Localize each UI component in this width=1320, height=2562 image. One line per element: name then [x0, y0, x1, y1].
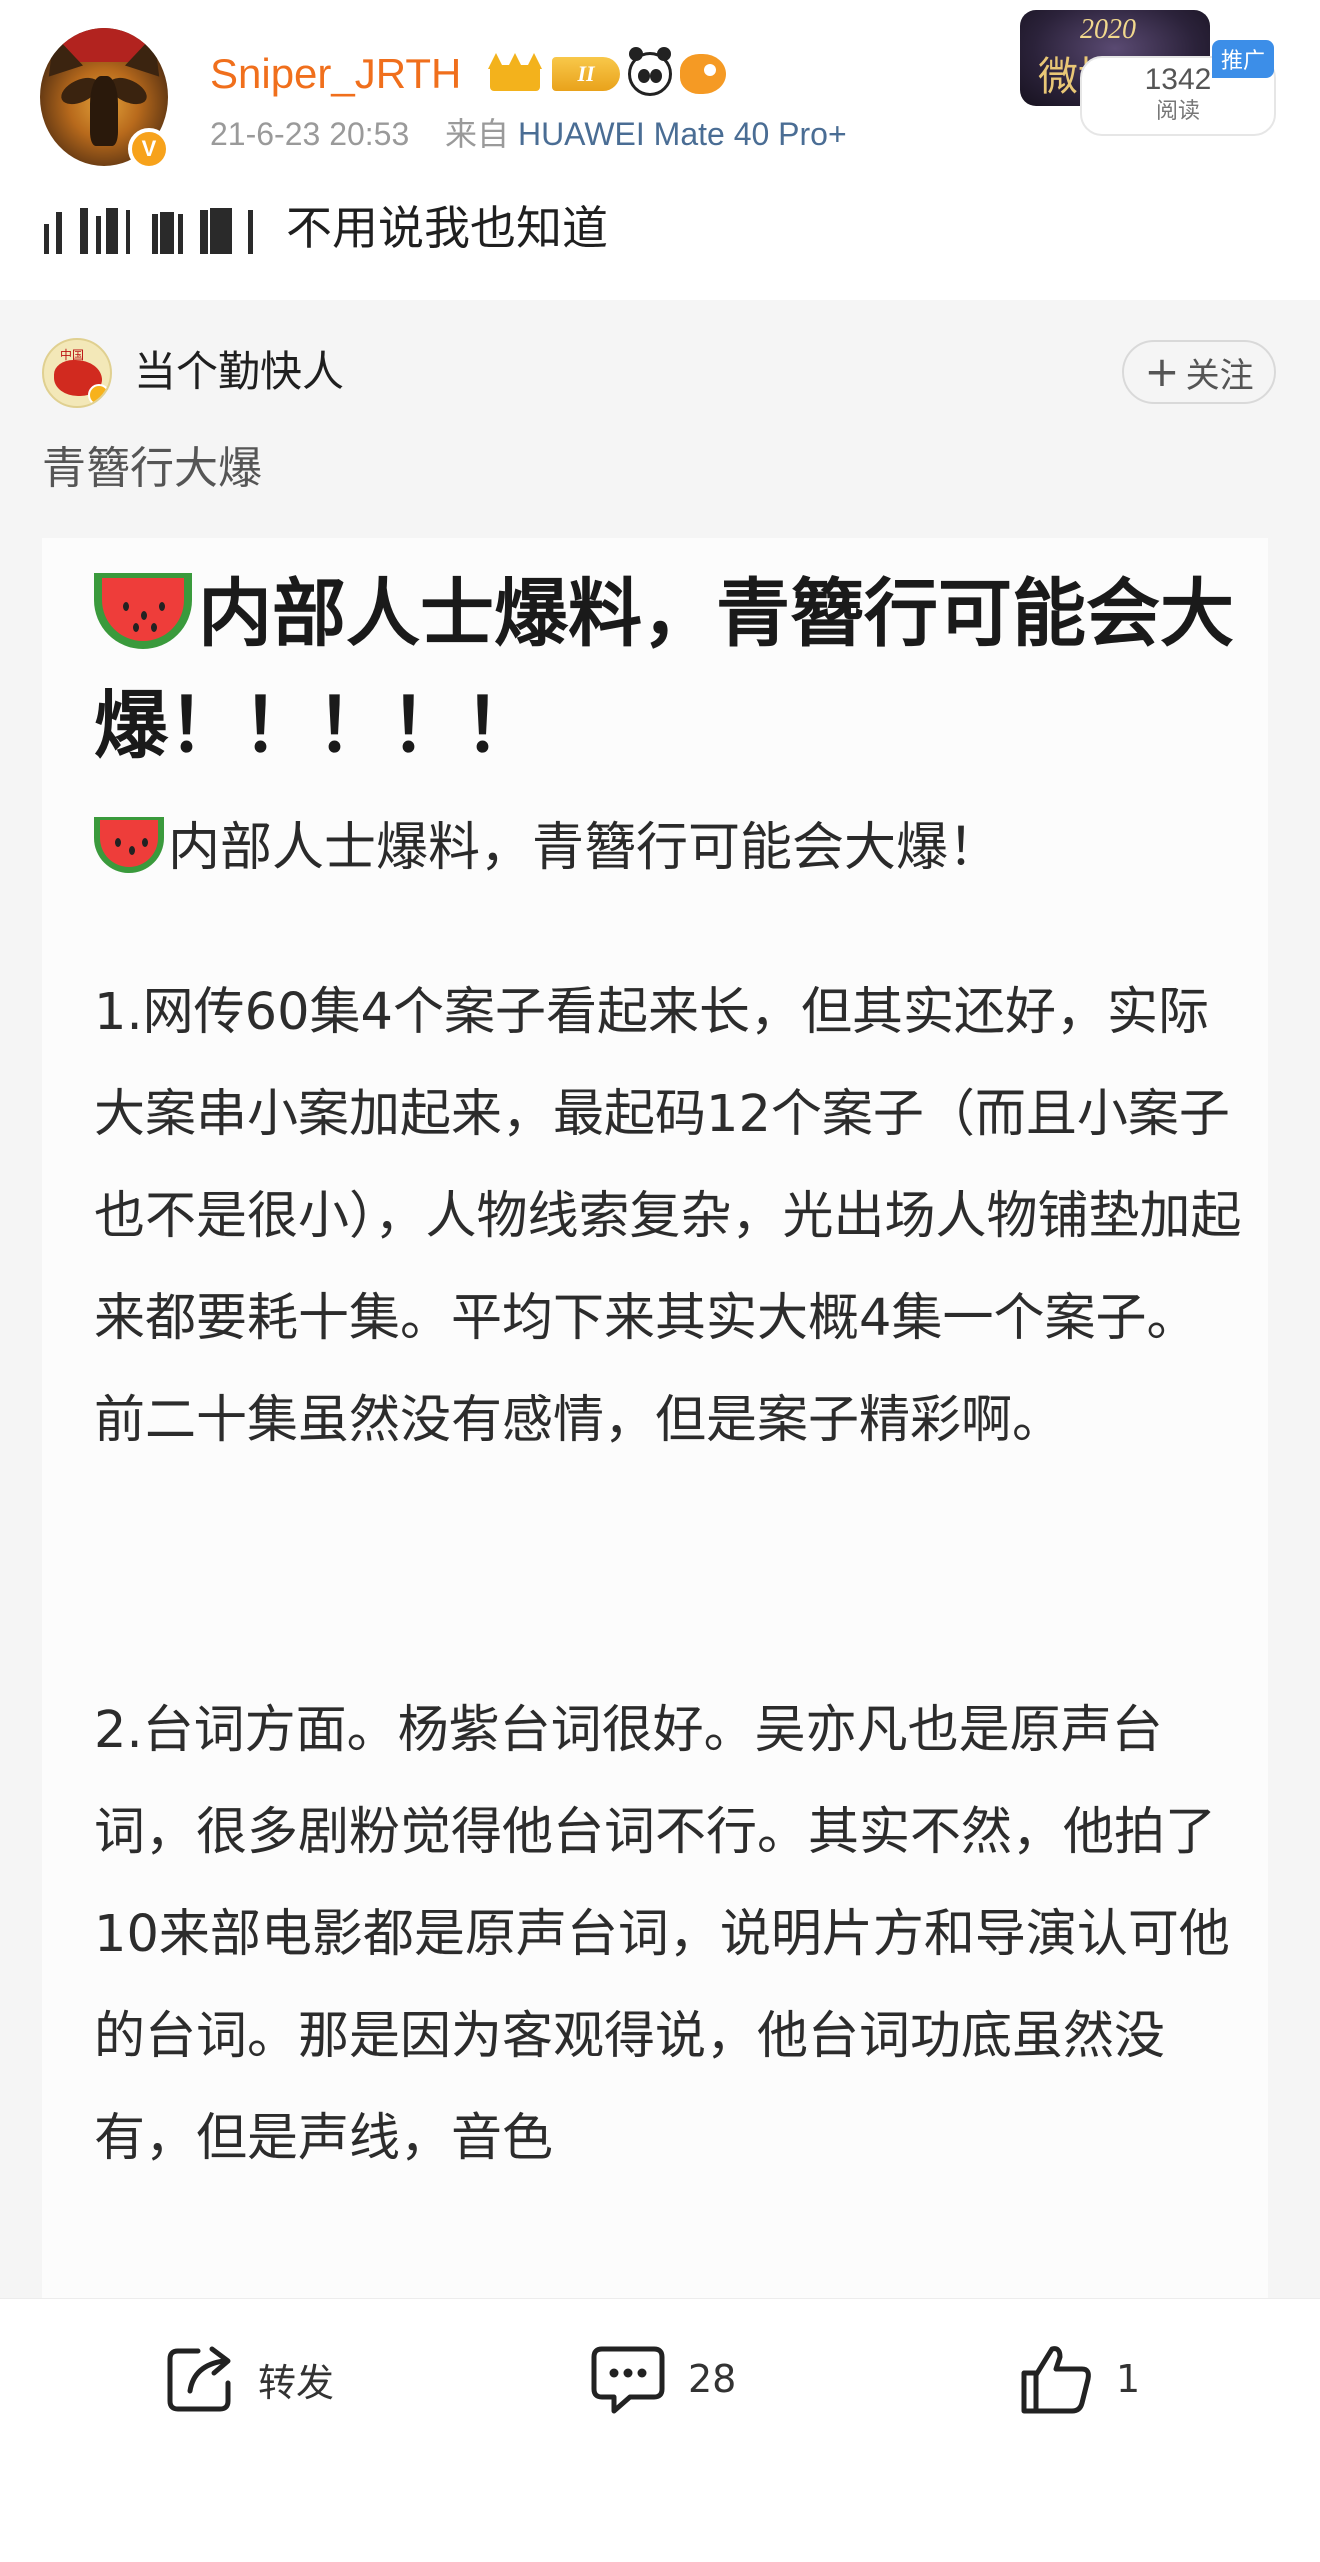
post-header: V Sniper_JRTH II 21-6-23 20:53 来自 HUAWEI…	[0, 0, 1320, 300]
repost-button[interactable]: 转发	[160, 2331, 334, 2427]
read-label: 阅读	[1155, 99, 1200, 124]
post-body: 不用说我也知道	[286, 201, 608, 255]
plus-icon: +	[1144, 347, 1180, 396]
comment-icon	[586, 2337, 670, 2421]
redacted-scribble	[40, 202, 256, 254]
comment-button[interactable]: 28	[586, 2331, 736, 2427]
fish-icon[interactable]	[680, 54, 726, 94]
watermelon-icon	[94, 573, 192, 649]
username[interactable]: Sniper_JRTH	[210, 48, 461, 100]
article-subtitle: 内部人士爆料，青簪行可能会大爆！	[94, 798, 1244, 898]
source-prefix: 来自	[445, 116, 510, 152]
like-count: 1	[1116, 2357, 1141, 2401]
user-badges: II	[488, 47, 726, 98]
post-time: 21-6-23 20:53	[210, 116, 410, 152]
article-image[interactable]: 内部人士爆料，青簪行可能会大爆！！！！！ 内部人士爆料，青簪行可能会大爆！ 1.…	[42, 538, 1268, 2338]
verified-icon: V	[128, 128, 170, 170]
repost-icon	[160, 2339, 240, 2419]
follow-button[interactable]: + 关注	[1122, 340, 1276, 404]
watermelon-icon	[94, 817, 164, 873]
article-paragraph-2: 2.台词方面。杨紫台词很好。吴亦凡也是原声台词，很多剧粉觉得他台词不行。其实不然…	[94, 1701, 1230, 2168]
panda-icon[interactable]	[628, 47, 672, 96]
article-title-text: 内部人士爆料，青簪行可能会大爆！！！！！	[94, 571, 1234, 769]
crown-icon[interactable]	[488, 53, 544, 95]
like-button[interactable]: 1	[1014, 2331, 1140, 2427]
ad-banner-year: 2020	[1080, 14, 1136, 45]
post-text: 不用说我也知道	[40, 196, 608, 260]
comment-count: 28	[688, 2357, 737, 2401]
ad-tag: 推广	[1212, 40, 1274, 78]
post-meta: 21-6-23 20:53 来自 HUAWEI Mate 40 Pro+	[210, 114, 847, 154]
repost-username[interactable]: 当个勤快人	[134, 344, 344, 400]
repost-avatar[interactable]: 中国	[42, 338, 112, 408]
follow-label: 关注	[1185, 355, 1254, 396]
action-bar: 转发 28 1	[0, 2298, 1320, 2562]
article-title: 内部人士爆料，青簪行可能会大爆！！！！！	[94, 558, 1244, 782]
like-icon	[1014, 2337, 1098, 2421]
reposted-weibo[interactable]: 中国 当个勤快人 + 关注 青簪行大爆 内部人士爆料，青簪行可能会大爆！！！！！…	[0, 300, 1320, 2338]
repost-label: 转发	[258, 2360, 335, 2405]
verified-icon	[88, 384, 110, 406]
article-subtitle-text: 内部人士爆料，青簪行可能会大爆！	[168, 818, 1001, 878]
article-paragraph-1: 1.网传60集4个案子看起来长，但其实还好，实际大案串小案加起来，最起码12个案…	[94, 983, 1242, 1450]
level-badge[interactable]: II	[552, 57, 620, 91]
repost-text: 青簪行大爆	[42, 443, 262, 494]
device-link[interactable]: HUAWEI Mate 40 Pro+	[518, 116, 847, 152]
